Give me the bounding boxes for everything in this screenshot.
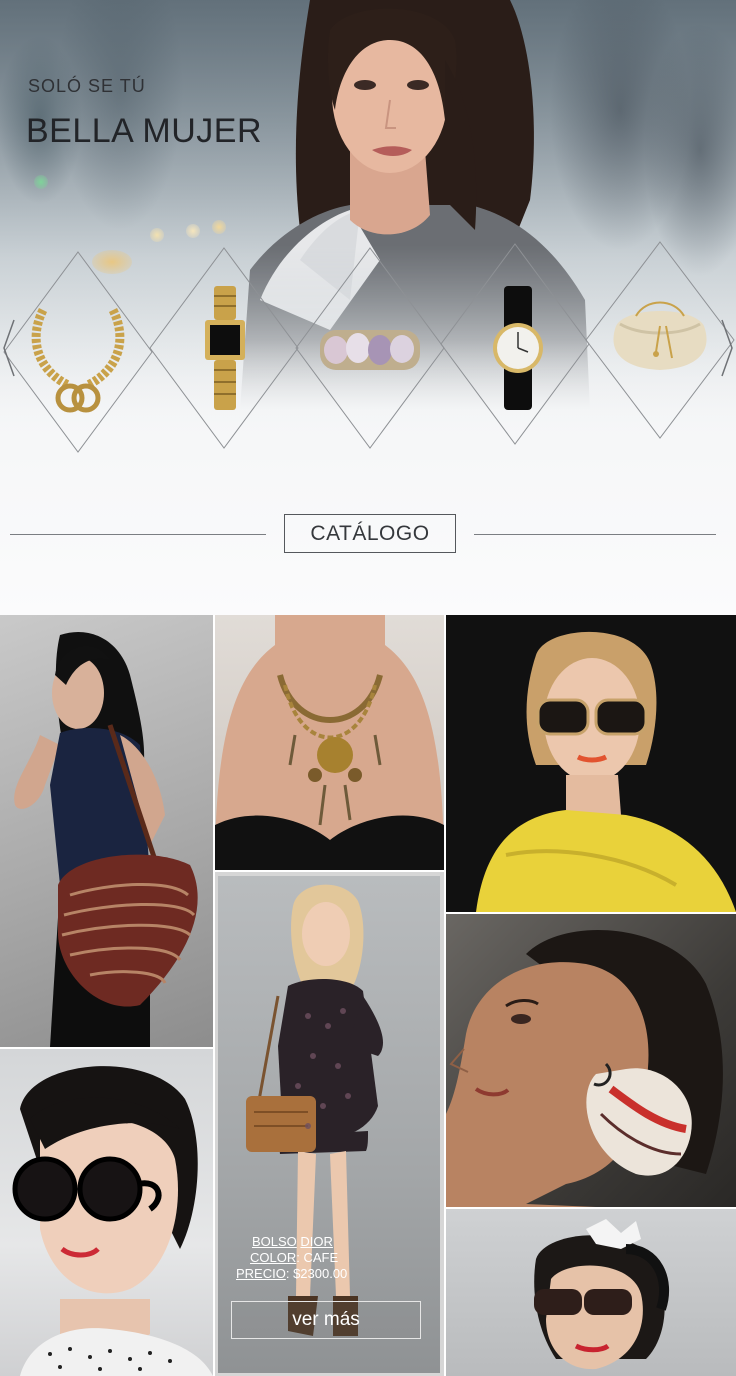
hero-tagline-small: SOLÓ SE TÚ [28, 76, 146, 96]
product-label: BOLSO [252, 1234, 297, 1249]
color-label: COLOR [250, 1250, 297, 1265]
model-striped-bag-image [14, 631, 198, 1047]
model-round-sunglasses-image [12, 1066, 213, 1376]
featured-product-info: BOLSO DIOR COLOR: CAFE PRECIO: $2300.00 [236, 1234, 436, 1282]
price-label: PRECIO [236, 1266, 286, 1281]
catalog-tile-yellow-dress[interactable] [446, 615, 736, 912]
street-light [34, 175, 48, 189]
view-more-button[interactable]: ver más [231, 1301, 421, 1339]
catalog-divider-left [10, 534, 266, 535]
product-value: DIOR [300, 1234, 333, 1249]
chevron-right-icon[interactable] [720, 318, 734, 378]
hero-tagline-big: BELLA MUJER [26, 112, 263, 150]
catalog-tile-necklace[interactable] [215, 615, 444, 870]
price-value: : $2300.00 [285, 1266, 348, 1281]
chevron-left-icon[interactable] [2, 318, 16, 378]
catalog-divider-right [474, 534, 716, 535]
product-gemstone-bracelet-image[interactable] [318, 322, 422, 378]
product-color-row: COLOR: CAFE [236, 1250, 436, 1266]
street-light [186, 224, 200, 238]
product-cream-bag-image[interactable] [606, 296, 714, 376]
product-black-watch-image[interactable] [490, 286, 546, 410]
catalog-button[interactable]: CATÁLOGO [284, 514, 456, 553]
street-light [212, 220, 226, 234]
product-name-row: BOLSO DIOR [236, 1234, 436, 1250]
product-gold-watch-image[interactable] [200, 286, 250, 410]
catalog-tile-earring[interactable] [446, 914, 736, 1207]
model-headpiece-image [534, 1219, 670, 1370]
color-value: : CAFE [296, 1250, 339, 1265]
model-earring-image [446, 930, 723, 1207]
catalog-tile-striped-bag[interactable] [0, 615, 213, 1047]
model-necklace-image [215, 615, 444, 870]
model-sunglasses-yellow-image [476, 631, 736, 912]
model-brown-bag-image [246, 884, 383, 1336]
hero-banner: SOLÓ SE TÚ BELLA MUJER CATÁLOGO [0, 0, 736, 615]
catalog-tile-headpiece[interactable] [446, 1209, 736, 1376]
product-price-row: PRECIO: $2300.00 [236, 1266, 436, 1282]
featured-product-panel [218, 876, 440, 1373]
catalog-tile-round-sunglasses[interactable] [0, 1049, 213, 1376]
product-chain-necklace-image[interactable] [28, 305, 128, 415]
